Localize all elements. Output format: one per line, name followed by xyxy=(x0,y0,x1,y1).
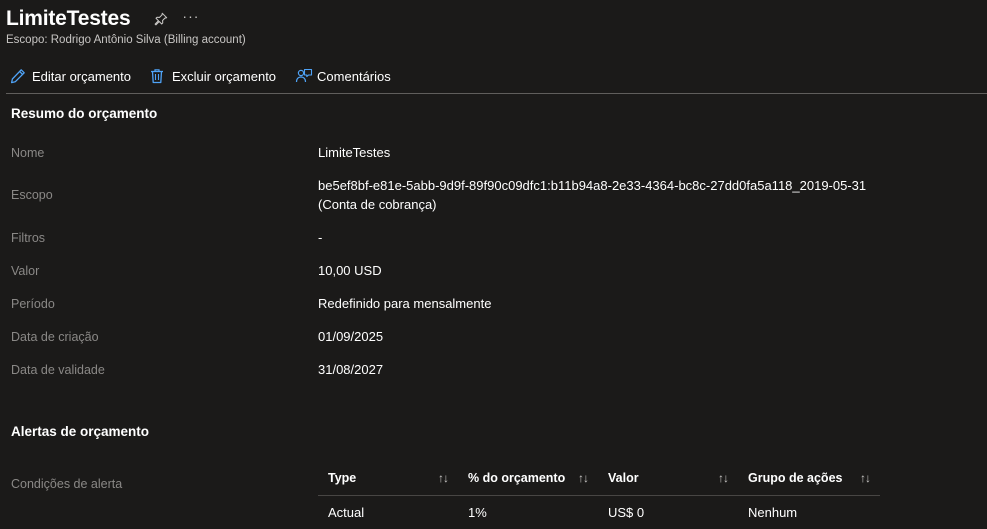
cell-action-group: Nenhum xyxy=(748,504,798,520)
expiration-date-value: 31/08/2027 xyxy=(318,362,384,377)
cell-percent: 1% xyxy=(468,504,487,520)
toolbar-divider xyxy=(6,93,987,94)
pin-icon[interactable] xyxy=(152,10,170,28)
column-header-amount[interactable]: Valor ↑↓ xyxy=(598,462,738,496)
delete-budget-label: Excluir orçamento xyxy=(172,68,277,84)
creation-date-label: Data de criação xyxy=(11,330,99,344)
expiration-date-label: Data de validade xyxy=(11,363,105,377)
page-header: LimiteTestes ··· xyxy=(6,4,199,34)
edit-budget-label: Editar orçamento xyxy=(32,68,131,84)
budget-alerts-heading: Alertas de orçamento xyxy=(11,424,150,439)
budget-summary-heading: Resumo do orçamento xyxy=(11,106,158,121)
comments-icon xyxy=(291,66,313,86)
filters-label: Filtros xyxy=(11,231,46,245)
sort-icon[interactable]: ↑↓ xyxy=(860,471,871,485)
column-header-percent[interactable]: % do orçamento ↑↓ xyxy=(458,462,598,496)
cell-amount: US$ 0 xyxy=(608,504,645,520)
table-header-row: Type ↑↓ % do orçamento ↑↓ Valor ↑↓ Grupo de… xyxy=(318,462,880,496)
column-header-type[interactable]: Type ↑↓ xyxy=(318,462,458,496)
page-title: LimiteTestes xyxy=(6,7,131,30)
sort-icon[interactable]: ↑↓ xyxy=(718,471,729,485)
more-options-icon[interactable]: ··· xyxy=(182,8,199,24)
scope-subtitle: Escopo: Rodrigo Antônio Silva (Billing a… xyxy=(6,34,246,46)
edit-budget-button[interactable]: Editar orçamento xyxy=(6,64,146,88)
name-value: LimiteTestes xyxy=(318,145,391,160)
delete-budget-button[interactable]: Excluir orçamento xyxy=(146,64,291,88)
scope-value: be5ef8bf-e81e-5abb-9d9f-89f90c09dfc1:b11… xyxy=(318,178,867,212)
amount-value: 10,00 USD xyxy=(318,263,382,278)
comments-label: Comentários xyxy=(317,68,391,84)
amount-label: Valor xyxy=(11,264,40,278)
sort-icon[interactable]: ↑↓ xyxy=(438,471,449,485)
trash-icon xyxy=(146,66,168,86)
cell-type: Actual xyxy=(328,504,365,520)
command-bar: Editar orçamento Excluir orçamento Comen… xyxy=(6,64,406,88)
sort-icon[interactable]: ↑↓ xyxy=(578,471,589,485)
filters-value: - xyxy=(318,230,323,245)
period-label: Período xyxy=(11,297,55,311)
period-value: Redefinido para mensalmente xyxy=(318,296,492,311)
table-row: Actual 1% US$ 0 Nenhum xyxy=(318,495,880,529)
creation-date-value: 01/09/2025 xyxy=(318,329,384,344)
pencil-icon xyxy=(6,66,28,86)
name-label: Nome xyxy=(11,146,45,160)
column-header-action-group[interactable]: Grupo de ações ↑↓ xyxy=(738,462,880,496)
alert-conditions-label: Condições de alerta xyxy=(11,477,123,491)
alert-conditions-table: Type ↑↓ % do orçamento ↑↓ Valor ↑↓ Grupo de… xyxy=(318,462,880,529)
comments-button[interactable]: Comentários xyxy=(291,64,406,88)
scope-label: Escopo xyxy=(11,188,53,202)
